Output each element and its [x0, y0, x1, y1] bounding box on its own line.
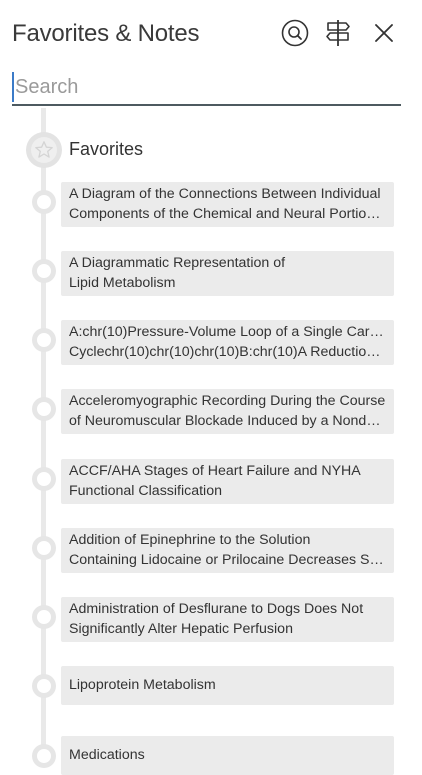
- timeline-node: [32, 605, 56, 629]
- favorite-item-subtitle: Cyclechr(10)chr(10)chr(10)B:chr(10)A Red…: [69, 343, 386, 360]
- page-title: Favorites & Notes: [12, 20, 200, 47]
- favorite-item[interactable]: Medications: [61, 736, 394, 775]
- favorite-item[interactable]: A:chr(10)Pressure-Volume Loop of a Singl…: [61, 320, 394, 365]
- favorites-section-node: [26, 132, 62, 168]
- timeline-node: [32, 259, 56, 283]
- search-bar: [12, 72, 404, 106]
- close-button[interactable]: [367, 16, 401, 50]
- search-input[interactable]: [12, 72, 404, 102]
- favorite-item-title: A Diagrammatic Representation of: [69, 255, 286, 271]
- search-button[interactable]: [278, 16, 312, 50]
- favorite-item[interactable]: ACCF/AHA Stages of Heart Failure and NYH…: [61, 459, 394, 504]
- section-title: Favorites: [69, 139, 144, 159]
- search-icon: [281, 19, 309, 47]
- favorite-item-title: Lipoprotein Metabolism: [69, 677, 216, 693]
- timeline-node: [32, 397, 56, 421]
- favorite-item-subtitle: Functional Classification: [69, 482, 222, 499]
- favorite-item-title: Addition of Epinephrine to the Solution: [69, 532, 311, 548]
- timeline-node: [32, 467, 56, 491]
- favorite-item-title: ACCF/AHA Stages of Heart Failure and NYH…: [69, 463, 361, 479]
- timeline-node: [32, 744, 56, 768]
- favorite-item[interactable]: Acceleromyographic Recording During the …: [61, 389, 394, 434]
- timeline-node: [32, 674, 56, 698]
- timeline-node: [32, 536, 56, 560]
- header: Favorites & Notes: [0, 0, 422, 70]
- favorite-item[interactable]: A Diagram of the Connections Between Ind…: [61, 182, 394, 227]
- favorite-item[interactable]: A Diagrammatic Representation of Lipid Me…: [61, 251, 394, 296]
- favorite-item-subtitle: of Neuromuscular Blockade Induced by a N…: [69, 412, 381, 429]
- close-icon: [375, 24, 393, 42]
- favorite-item-title: A:chr(10)Pressure-Volume Loop of a Singl…: [69, 324, 386, 340]
- favorite-item-subtitle: Lipid Metabolism: [69, 274, 176, 291]
- favorite-item[interactable]: Lipoprotein Metabolism: [61, 666, 394, 705]
- favorite-item-title: Acceleromyographic Recording During the …: [69, 393, 386, 409]
- timeline-node: [32, 190, 56, 214]
- favorite-item-subtitle: Components of the Chemical and Neural Po…: [69, 205, 381, 222]
- favorite-item-subtitle: Containing Lidocaine or Prilocaine Decre…: [69, 551, 386, 568]
- timeline-node: [32, 328, 56, 352]
- star-icon: [35, 141, 53, 158]
- favorite-item-subtitle: Significantly Alter Hepatic Perfusion: [69, 620, 293, 637]
- favorite-item-title: A Diagram of the Connections Between Ind…: [69, 186, 381, 202]
- favorite-item[interactable]: Administration of Desflurane to Dogs Doe…: [61, 597, 394, 642]
- favorite-item[interactable]: Addition of Epinephrine to the Solution C…: [61, 528, 394, 573]
- signpost-icon: [326, 20, 350, 46]
- navigate-button[interactable]: [321, 16, 355, 50]
- favorite-item-title: Administration of Desflurane to Dogs Doe…: [69, 601, 364, 617]
- favorite-item-title: Medications: [69, 747, 145, 763]
